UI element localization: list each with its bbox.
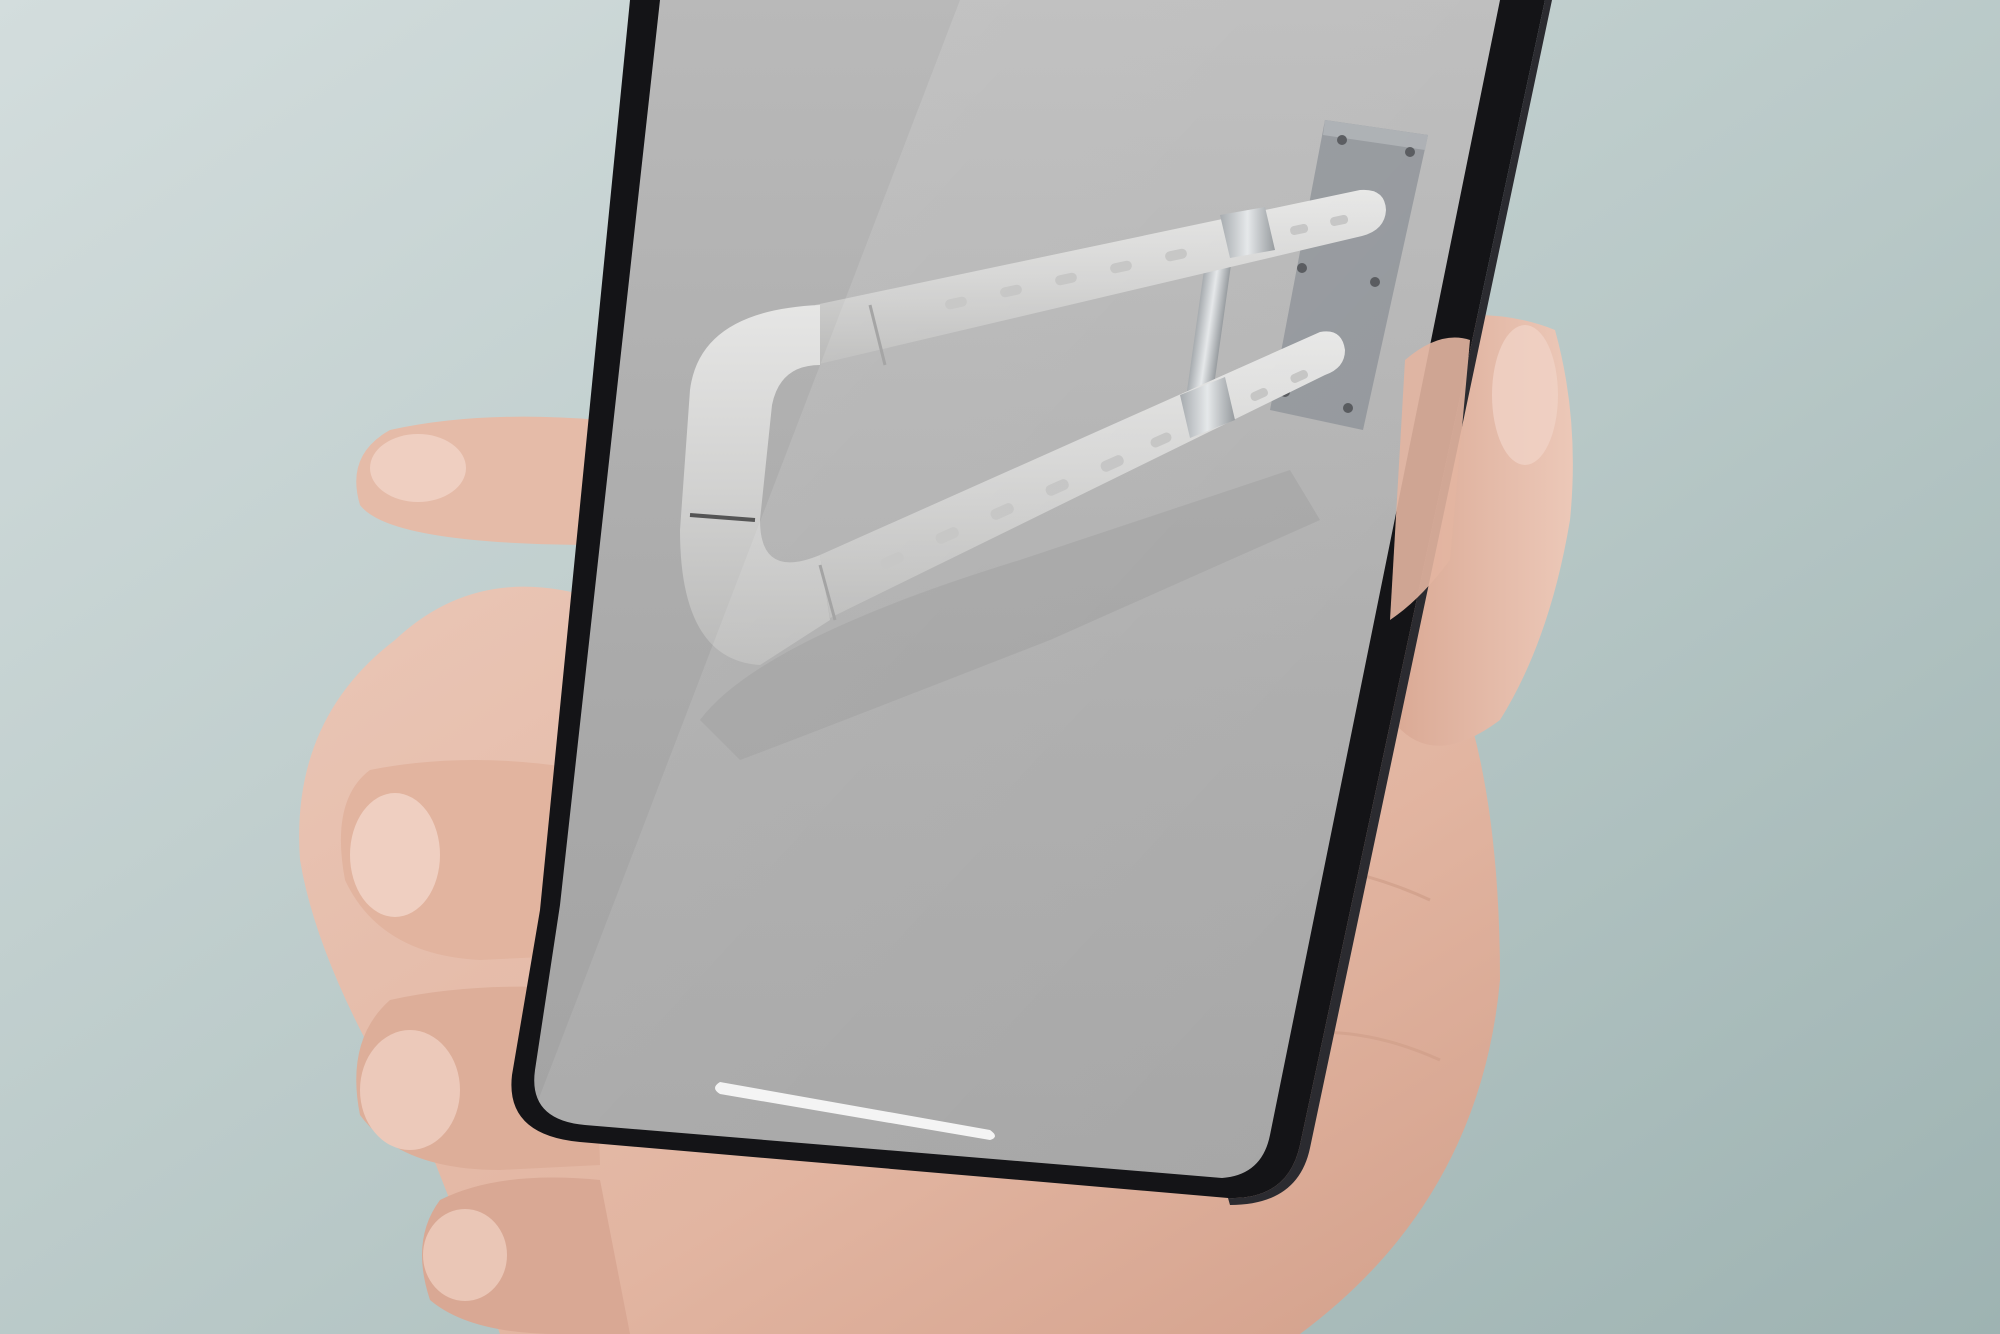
photo-scene: [0, 0, 2000, 1334]
finger-middle-nail: [350, 793, 440, 917]
finger-ring-nail: [360, 1030, 460, 1150]
finger-index-nail: [370, 434, 466, 502]
thumbnail-nail: [1492, 325, 1558, 465]
finger-pinky-nail: [423, 1209, 507, 1301]
scene-svg: [0, 0, 2000, 1334]
